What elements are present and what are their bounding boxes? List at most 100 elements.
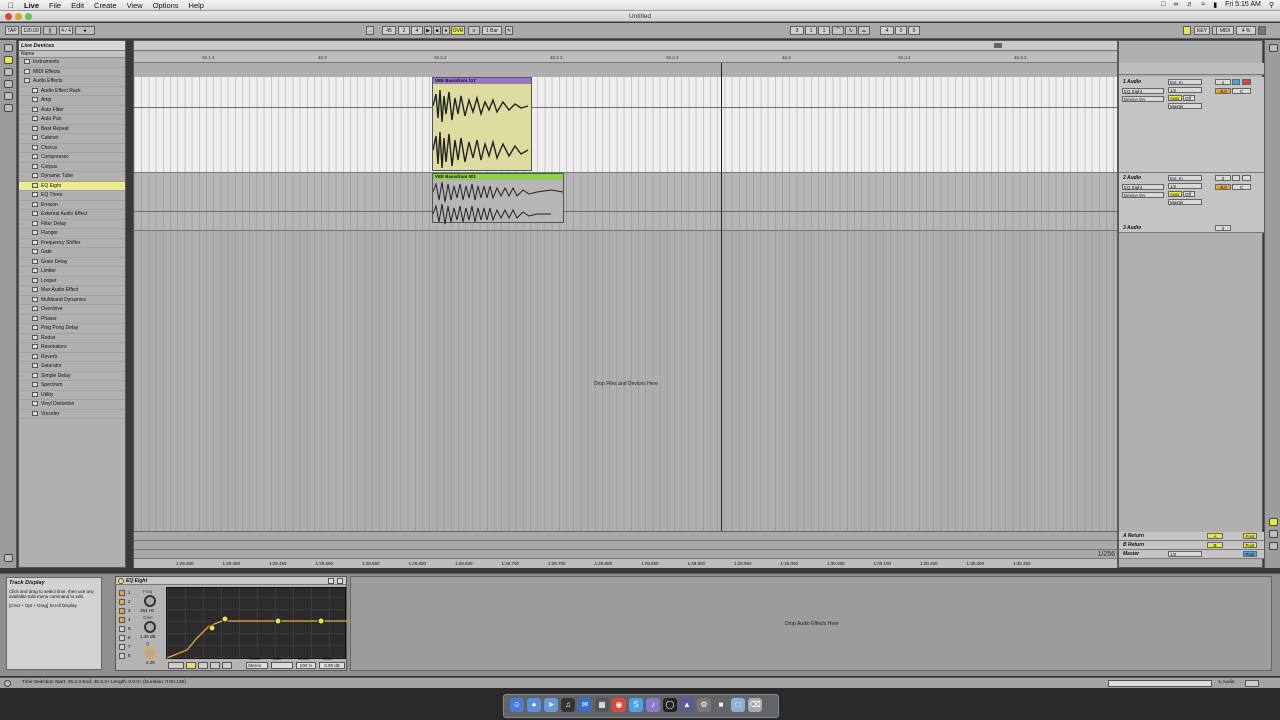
- loop-length-sixteenth[interactable]: 0: [908, 26, 920, 35]
- punch-out-icon[interactable]: ⌓: [858, 26, 870, 35]
- preferences-icon[interactable]: ⚙: [697, 698, 711, 712]
- minimize-window-icon[interactable]: [15, 13, 22, 20]
- browser-item[interactable]: Limiter: [19, 267, 125, 277]
- music-app-icon[interactable]: ♫: [561, 698, 575, 712]
- band-on-toggle[interactable]: [119, 635, 125, 641]
- loop-switch-icon[interactable]: ↻: [845, 26, 857, 35]
- loop-length-bar[interactable]: 4: [880, 26, 894, 35]
- trash-icon[interactable]: ⌫: [748, 698, 762, 712]
- menu-create[interactable]: Create: [94, 1, 117, 10]
- filter-type-shelf-icon[interactable]: [198, 662, 208, 669]
- edit-button[interactable]: [271, 662, 293, 669]
- eq-band-handle[interactable]: [274, 617, 282, 625]
- midi-map-button[interactable]: MIDI: [1216, 26, 1234, 35]
- return-tracks-lanes[interactable]: 1/256: [134, 531, 1117, 558]
- browser-item[interactable]: Multiband Dynamics: [19, 296, 125, 305]
- browser-item[interactable]: Erosion: [19, 201, 125, 210]
- device-drop-area[interactable]: Drop Audio Effects Here: [350, 576, 1272, 671]
- track-activator-2[interactable]: 2: [1215, 175, 1231, 181]
- draw-mode-icon[interactable]: ✎: [505, 26, 513, 35]
- file-browser-1-icon[interactable]: [4, 80, 13, 88]
- browser-item[interactable]: Looper: [19, 277, 125, 286]
- browser-folder[interactable]: Audio Effects: [19, 77, 125, 87]
- wifi-icon[interactable]: ≈: [1201, 1, 1205, 9]
- automation-control-1[interactable]: Device On: [1122, 96, 1164, 102]
- eq-band-row[interactable]: 7: [119, 643, 135, 652]
- return-track-a[interactable]: A Return A Post: [1119, 532, 1264, 541]
- eq-band-handle[interactable]: [317, 617, 325, 625]
- documents-folder-icon[interactable]: □: [731, 698, 745, 712]
- browser-item[interactable]: Auto Pan: [19, 115, 125, 125]
- browser-item[interactable]: Overdrive: [19, 305, 125, 315]
- return-name-a[interactable]: A Return: [1123, 533, 1144, 539]
- return-name-b[interactable]: B Return: [1123, 542, 1144, 548]
- gain-knob[interactable]: [144, 621, 156, 633]
- return-activator-b[interactable]: B: [1207, 542, 1223, 548]
- volume-icon[interactable]: ♬: [1186, 1, 1193, 9]
- battery-icon[interactable]: ▮: [1213, 1, 1217, 9]
- volume-field-2[interactable]: -8.0: [1215, 184, 1231, 190]
- filter-type-bell-icon[interactable]: [186, 662, 196, 669]
- automation-arm-icon[interactable]: ≡: [468, 26, 480, 35]
- launchpad-icon[interactable]: ●: [527, 698, 541, 712]
- eq-band-row[interactable]: 5: [119, 625, 135, 634]
- output-type-1[interactable]: Master: [1168, 103, 1202, 109]
- key-map-button[interactable]: KEY: [1194, 26, 1210, 35]
- device-chooser-2[interactable]: EQ Eight: [1122, 184, 1164, 190]
- ableton-live-icon[interactable]: ◯: [663, 698, 677, 712]
- scale-field[interactable]: 100 %: [296, 662, 316, 669]
- browser-item[interactable]: Chorus: [19, 144, 125, 153]
- monitor-off-2[interactable]: Off: [1183, 191, 1195, 197]
- menu-live[interactable]: Live: [24, 1, 39, 10]
- nudge-buttons[interactable]: ||: [43, 26, 57, 35]
- filter-type-notch-icon[interactable]: [210, 662, 220, 669]
- browser-item[interactable]: Resonators: [19, 343, 125, 353]
- file-browser-2-icon[interactable]: [4, 92, 13, 100]
- filter-type-highcut-icon[interactable]: [222, 662, 232, 669]
- arrangement-view-icon[interactable]: [1269, 44, 1278, 52]
- eq-band-handle[interactable]: [208, 624, 216, 632]
- device-fold-icon[interactable]: [337, 578, 343, 584]
- solo-button-1[interactable]: [1232, 79, 1240, 85]
- eq-eight-device[interactable]: EQ Eight 1 2 3 4 5 6 7 8 Freq 264 Hz Gain 1.46 …: [115, 576, 347, 671]
- automation-line-2[interactable]: [134, 211, 1117, 212]
- track-activator-3[interactable]: 3: [1215, 225, 1231, 231]
- punch-in-icon[interactable]: ⌒: [832, 26, 844, 35]
- band-on-toggle[interactable]: [119, 626, 125, 632]
- browser-item[interactable]: Beat Repeat: [19, 125, 125, 134]
- band-number[interactable]: 8: [128, 653, 131, 658]
- browser-item[interactable]: Corpus: [19, 163, 125, 172]
- track-header-3[interactable]: 3 Audio 3: [1119, 223, 1264, 233]
- q-knob[interactable]: [144, 647, 156, 659]
- gain-value[interactable]: 1.46 dB: [140, 634, 156, 639]
- bluetooth-icon[interactable]: ∞: [1173, 1, 1178, 9]
- logic-icon[interactable]: ▲: [680, 698, 694, 712]
- band-on-toggle[interactable]: [119, 644, 125, 650]
- browser-item[interactable]: Reverb: [19, 353, 125, 362]
- hide-browser-icon[interactable]: [4, 44, 13, 52]
- calculator-icon[interactable]: ▦: [595, 698, 609, 712]
- browser-column-header[interactable]: Name: [19, 51, 125, 58]
- eq-band-handle[interactable]: [221, 615, 229, 623]
- apple-icon[interactable]: : [8, 1, 14, 10]
- track-lane-2[interactable]: VEE Bassdrum 001: [134, 173, 1117, 231]
- monitor-auto-1[interactable]: Auto: [1168, 95, 1182, 101]
- overdub-button[interactable]: OVR: [451, 26, 465, 35]
- time-signature-field[interactable]: 4 / 4: [59, 26, 73, 35]
- master-channel[interactable]: 1/2: [1168, 551, 1202, 557]
- audio-clip-2[interactable]: VEE Bassdrum 001: [432, 173, 564, 225]
- band-number[interactable]: 6: [128, 635, 131, 640]
- overview-scrollbar[interactable]: [134, 41, 1117, 51]
- band-on-toggle[interactable]: [119, 590, 125, 596]
- loop-start-bar[interactable]: 3: [790, 26, 804, 35]
- track-name-2[interactable]: 2 Audio: [1123, 175, 1141, 181]
- band-on-toggle[interactable]: [119, 608, 125, 614]
- menubar-clock[interactable]: Fri 5:15 AM: [1225, 1, 1261, 9]
- browser-item[interactable]: EQ Three: [19, 191, 125, 201]
- detail-view-toggle-icon[interactable]: [1245, 680, 1259, 687]
- skype-icon[interactable]: S: [629, 698, 643, 712]
- browser-item[interactable]: Vocoder: [19, 410, 125, 419]
- itunes-icon[interactable]: ♪: [646, 698, 660, 712]
- return-post-a[interactable]: Post: [1243, 533, 1257, 539]
- browser-item[interactable]: Grain Delay: [19, 258, 125, 267]
